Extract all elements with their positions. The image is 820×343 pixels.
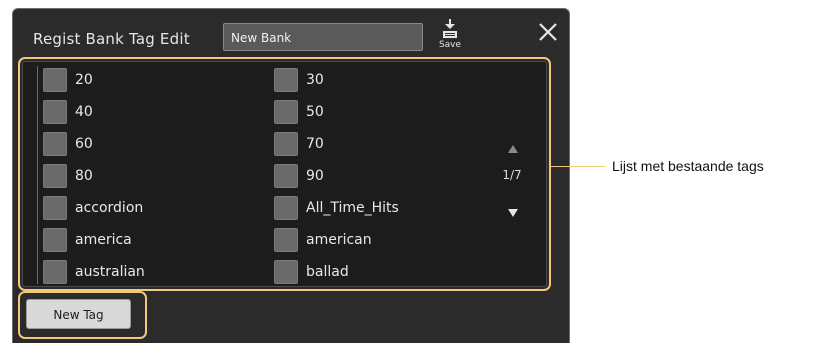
tag-list-highlight: 20 40 60 80 accordion america australian… [18,57,551,291]
save-button[interactable]: Save [433,19,467,55]
tag-label: 30 [306,72,324,88]
tag-label: 50 [306,104,324,120]
page-indicator: 1/7 [502,168,522,182]
tag-checkbox[interactable] [274,260,298,284]
triangle-down-icon [508,209,518,217]
scroll-down-button[interactable] [507,208,519,218]
tag-edit-dialog: Regist Bank Tag Edit New Bank Save 20 40… [12,8,570,343]
save-download-icon [443,19,457,38]
tag-label: america [75,232,132,248]
tag-item[interactable]: 90 [274,163,324,189]
tag-item[interactable]: ballad [274,259,349,285]
tag-item[interactable]: 30 [274,67,324,93]
tag-label: accordion [75,200,144,216]
tag-item[interactable]: 20 [43,67,93,93]
tag-checkbox[interactable] [274,228,298,252]
tag-checkbox[interactable] [274,68,298,92]
callout-text: Lijst met bestaande tags [612,158,764,174]
tag-checkbox[interactable] [274,100,298,124]
tag-checkbox[interactable] [43,260,67,284]
callout-line [550,166,605,167]
tag-item[interactable]: 70 [274,131,324,157]
tag-label: 20 [75,72,93,88]
tag-item[interactable]: accordion [43,195,143,221]
tag-checkbox[interactable] [43,132,67,156]
tag-item[interactable]: american [274,227,372,253]
scroll-up-button[interactable] [507,144,519,154]
close-button[interactable] [535,19,561,45]
tag-item[interactable]: 60 [43,131,93,157]
tag-label: 90 [306,168,324,184]
tag-list[interactable]: 20 40 60 80 accordion america australian… [22,61,547,287]
triangle-up-icon [508,145,518,153]
tag-checkbox[interactable] [43,68,67,92]
tag-checkbox[interactable] [274,132,298,156]
new-tag-highlight: New Tag [18,291,147,339]
bank-name-field[interactable]: New Bank [223,23,423,51]
tag-checkbox[interactable] [43,164,67,188]
tag-label: ballad [306,264,349,280]
tag-label: 80 [75,168,93,184]
tag-item[interactable]: america [43,227,132,253]
list-border-line [37,66,38,284]
tag-item[interactable]: 40 [43,99,93,125]
tag-checkbox[interactable] [274,196,298,220]
tag-label: american [306,232,372,248]
tag-checkbox[interactable] [43,196,67,220]
tag-checkbox[interactable] [43,100,67,124]
tag-label: australian [75,264,145,280]
tag-label: 40 [75,104,93,120]
dialog-title: Regist Bank Tag Edit [33,30,190,48]
tag-label: 60 [75,136,93,152]
tag-item[interactable]: All_Time_Hits [274,195,399,221]
close-icon [539,23,557,41]
tag-checkbox[interactable] [43,228,67,252]
save-label: Save [438,40,462,50]
tag-item[interactable]: australian [43,259,145,285]
tag-label: All_Time_Hits [306,200,399,216]
tag-label: 70 [306,136,324,152]
tag-item[interactable]: 80 [43,163,93,189]
tag-item[interactable]: 50 [274,99,324,125]
tag-checkbox[interactable] [274,164,298,188]
new-tag-button[interactable]: New Tag [26,299,131,329]
